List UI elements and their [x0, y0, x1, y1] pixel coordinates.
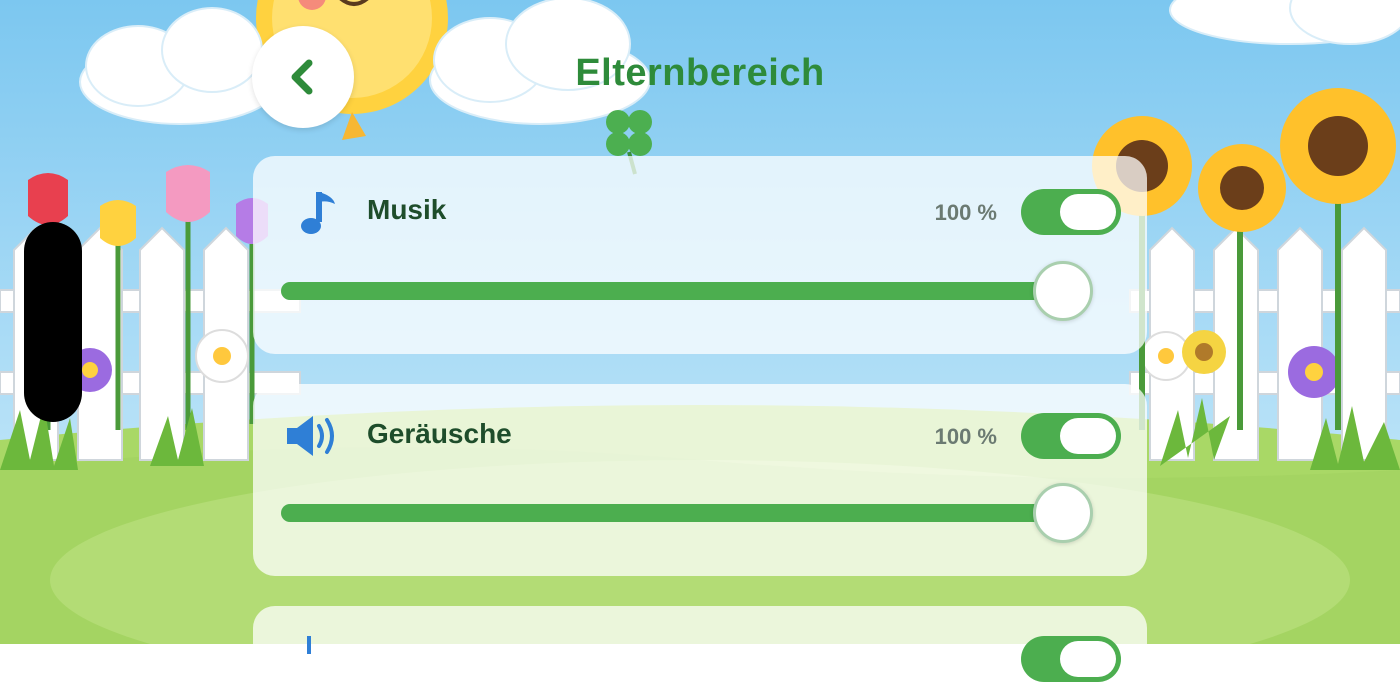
music-volume-slider[interactable]: [281, 261, 1093, 321]
music-label: Musik: [367, 194, 447, 225]
sounds-toggle-knob: [1060, 418, 1116, 454]
music-percent: 100 %: [934, 200, 997, 225]
music-settings-card: Musik 100 %: [253, 156, 1147, 354]
music-volume-fill: [281, 282, 1089, 300]
page-title: Elternbereich: [575, 52, 825, 94]
music-toggle[interactable]: [1021, 189, 1121, 235]
sounds-volume-slider[interactable]: [281, 483, 1093, 543]
left-edge-overlay: [24, 222, 82, 422]
chevron-left-icon: [291, 59, 313, 95]
third-settings-card: [253, 606, 1147, 682]
sounds-volume-thumb[interactable]: [1033, 483, 1093, 543]
third-toggle[interactable]: [1021, 636, 1121, 682]
music-toggle-knob: [1060, 194, 1116, 230]
music-note-icon: [301, 192, 335, 234]
sounds-settings-card: Geräusche 100 %: [253, 384, 1147, 576]
music-volume-thumb[interactable]: [1033, 261, 1093, 321]
speaker-icon: [287, 416, 334, 456]
back-button[interactable]: [252, 26, 354, 128]
sounds-percent: 100 %: [934, 424, 997, 449]
partial-icon: [307, 636, 311, 654]
third-toggle-knob: [1060, 641, 1116, 677]
sounds-toggle[interactable]: [1021, 413, 1121, 459]
sounds-label: Geräusche: [367, 418, 512, 449]
sounds-volume-fill: [281, 504, 1089, 522]
